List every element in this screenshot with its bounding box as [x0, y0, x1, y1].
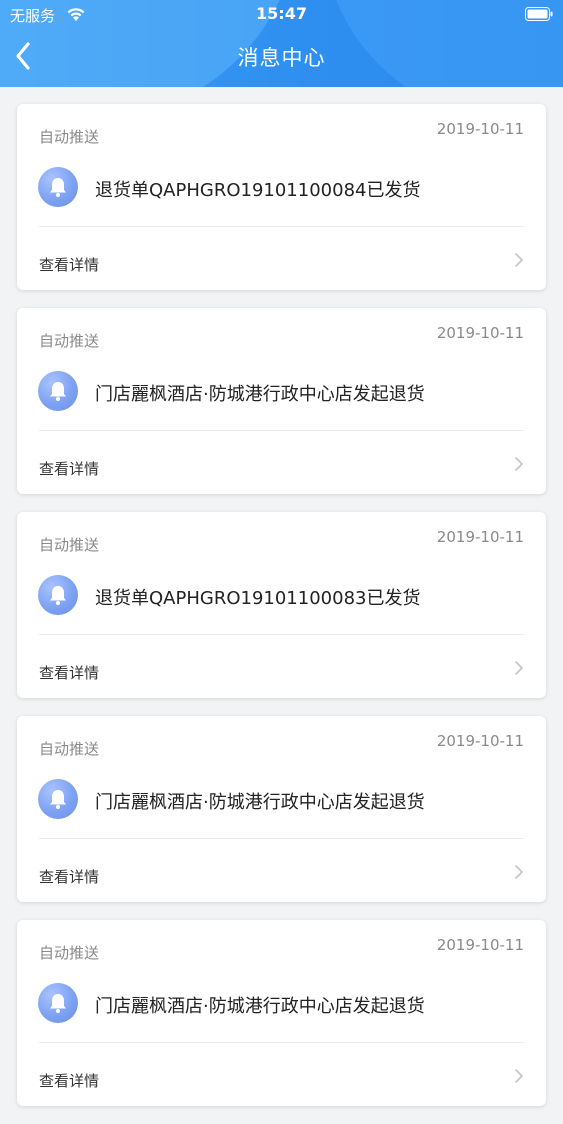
message-card: 自动推送 2019-10-11 门店麗枫酒店·防城港行政中心店发起退货 查看详情	[17, 920, 546, 1106]
message-card: 自动推送 2019-10-11 门店麗枫酒店·防城港行政中心店发起退货 查看详情	[17, 308, 546, 494]
view-details-link[interactable]: 查看详情	[17, 839, 546, 902]
message-type: 自动推送	[39, 740, 100, 758]
message-date: 2019-10-11	[436, 324, 524, 342]
header: 无服务 15:47 消息中心	[0, 0, 563, 87]
message-text: 门店麗枫酒店·防城港行政中心店发起退货	[95, 384, 425, 405]
message-date: 2019-10-11	[436, 528, 524, 546]
message-type: 自动推送	[39, 536, 100, 554]
view-details-label: 查看详情	[39, 256, 100, 274]
battery-icon	[525, 7, 553, 21]
chevron-right-icon	[515, 253, 523, 267]
view-details-link[interactable]: 查看详情	[17, 1043, 546, 1106]
message-card: 自动推送 2019-10-11 退货单QAPHGRO19101100083已发货…	[17, 512, 546, 698]
message-card: 自动推送 2019-10-11 门店麗枫酒店·防城港行政中心店发起退货 查看详情	[17, 716, 546, 902]
bell-icon	[38, 779, 78, 819]
message-text: 退货单QAPHGRO19101100083已发货	[95, 588, 421, 609]
chevron-right-icon	[515, 865, 523, 879]
message-type: 自动推送	[39, 332, 100, 350]
message-type: 自动推送	[39, 944, 100, 962]
view-details-link[interactable]: 查看详情	[17, 635, 546, 698]
view-details-label: 查看详情	[39, 868, 100, 886]
bell-icon	[38, 371, 78, 411]
status-bar: 无服务 15:47	[0, 0, 563, 30]
view-details-label: 查看详情	[39, 1072, 100, 1090]
status-time: 15:47	[256, 4, 307, 23]
chevron-right-icon	[515, 1069, 523, 1083]
chevron-right-icon	[515, 457, 523, 471]
message-list: 自动推送 2019-10-11 退货单QAPHGRO19101100084已发货…	[17, 104, 546, 1124]
message-text: 门店麗枫酒店·防城港行政中心店发起退货	[95, 996, 425, 1017]
bell-icon	[38, 575, 78, 615]
message-date: 2019-10-11	[436, 120, 524, 138]
view-details-label: 查看详情	[39, 460, 100, 478]
chevron-right-icon	[515, 661, 523, 675]
message-date: 2019-10-11	[436, 732, 524, 750]
nav-bar: 消息中心	[0, 30, 563, 87]
view-details-link[interactable]: 查看详情	[17, 227, 546, 290]
message-text: 门店麗枫酒店·防城港行政中心店发起退货	[95, 792, 425, 813]
message-date: 2019-10-11	[436, 936, 524, 954]
page-title: 消息中心	[237, 46, 326, 70]
message-type: 自动推送	[39, 128, 100, 146]
view-details-label: 查看详情	[39, 664, 100, 682]
bell-icon	[38, 983, 78, 1023]
bell-icon	[38, 167, 78, 207]
view-details-link[interactable]: 查看详情	[17, 431, 546, 494]
message-card: 自动推送 2019-10-11 退货单QAPHGRO19101100084已发货…	[17, 104, 546, 290]
message-text: 退货单QAPHGRO19101100084已发货	[95, 180, 421, 201]
